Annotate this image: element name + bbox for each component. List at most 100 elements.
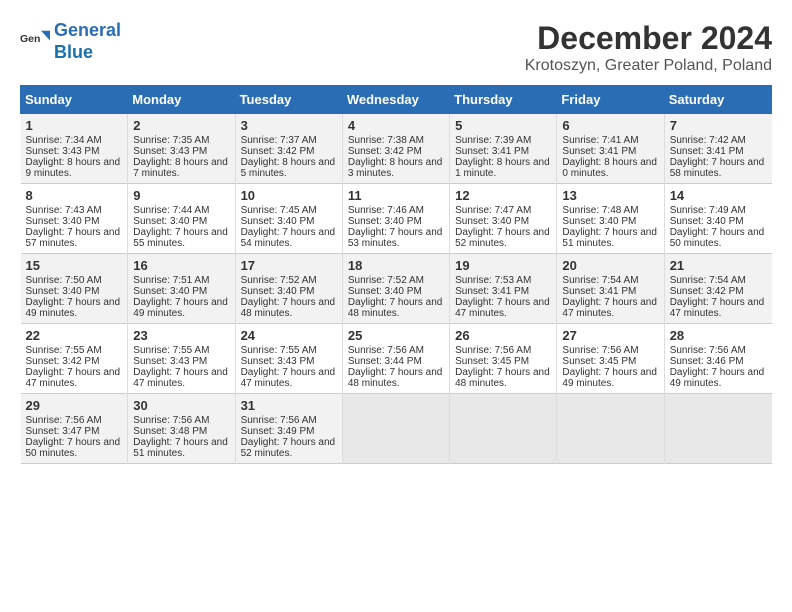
- sunrise-text: Sunrise: 7:34 AM: [26, 135, 123, 146]
- calendar-cell: 17Sunrise: 7:52 AMSunset: 3:40 PMDayligh…: [235, 254, 342, 324]
- calendar-cell: 20Sunrise: 7:54 AMSunset: 3:41 PMDayligh…: [557, 254, 664, 324]
- weekday-header: Wednesday: [342, 86, 449, 114]
- daylight-text: Daylight: 7 hours and 49 minutes.: [562, 367, 658, 389]
- day-number: 17: [241, 258, 337, 273]
- sunrise-text: Sunrise: 7:48 AM: [562, 205, 658, 216]
- sunset-text: Sunset: 3:40 PM: [241, 286, 337, 297]
- sunset-text: Sunset: 3:43 PM: [133, 146, 229, 157]
- svg-text:Gen: Gen: [20, 33, 40, 45]
- daylight-text: Daylight: 7 hours and 47 minutes.: [26, 367, 123, 389]
- day-number: 10: [241, 188, 337, 203]
- daylight-text: Daylight: 7 hours and 55 minutes.: [133, 227, 229, 249]
- calendar-week-row: 29Sunrise: 7:56 AMSunset: 3:47 PMDayligh…: [21, 394, 772, 464]
- sunset-text: Sunset: 3:41 PM: [455, 146, 551, 157]
- calendar-cell: 21Sunrise: 7:54 AMSunset: 3:42 PMDayligh…: [664, 254, 771, 324]
- logo-icon: Gen: [20, 27, 50, 57]
- day-number: 26: [455, 328, 551, 343]
- day-number: 13: [562, 188, 658, 203]
- sunrise-text: Sunrise: 7:52 AM: [241, 275, 337, 286]
- sunrise-text: Sunrise: 7:42 AM: [670, 135, 767, 146]
- sunrise-text: Sunrise: 7:41 AM: [562, 135, 658, 146]
- sunrise-text: Sunrise: 7:52 AM: [348, 275, 444, 286]
- daylight-text: Daylight: 7 hours and 48 minutes.: [455, 367, 551, 389]
- sunrise-text: Sunrise: 7:56 AM: [562, 345, 658, 356]
- daylight-text: Daylight: 7 hours and 47 minutes.: [133, 367, 229, 389]
- sunset-text: Sunset: 3:44 PM: [348, 356, 444, 367]
- calendar-cell: 23Sunrise: 7:55 AMSunset: 3:43 PMDayligh…: [128, 324, 235, 394]
- day-number: 1: [26, 118, 123, 133]
- sunset-text: Sunset: 3:43 PM: [26, 146, 123, 157]
- day-number: 29: [26, 398, 123, 413]
- month-title: December 2024: [525, 20, 772, 57]
- sunset-text: Sunset: 3:40 PM: [26, 286, 123, 297]
- sunrise-text: Sunrise: 7:39 AM: [455, 135, 551, 146]
- calendar-cell: 30Sunrise: 7:56 AMSunset: 3:48 PMDayligh…: [128, 394, 235, 464]
- sunrise-text: Sunrise: 7:43 AM: [26, 205, 123, 216]
- sunset-text: Sunset: 3:45 PM: [455, 356, 551, 367]
- sunset-text: Sunset: 3:40 PM: [455, 216, 551, 227]
- sunset-text: Sunset: 3:41 PM: [455, 286, 551, 297]
- day-number: 19: [455, 258, 551, 273]
- day-number: 5: [455, 118, 551, 133]
- calendar-cell: 3Sunrise: 7:37 AMSunset: 3:42 PMDaylight…: [235, 114, 342, 184]
- daylight-text: Daylight: 7 hours and 49 minutes.: [26, 297, 123, 319]
- sunset-text: Sunset: 3:40 PM: [348, 216, 444, 227]
- sunrise-text: Sunrise: 7:46 AM: [348, 205, 444, 216]
- sunset-text: Sunset: 3:40 PM: [133, 286, 229, 297]
- calendar-week-row: 15Sunrise: 7:50 AMSunset: 3:40 PMDayligh…: [21, 254, 772, 324]
- day-number: 15: [26, 258, 123, 273]
- day-number: 20: [562, 258, 658, 273]
- day-number: 14: [670, 188, 767, 203]
- daylight-text: Daylight: 7 hours and 52 minutes.: [241, 437, 337, 459]
- sunrise-text: Sunrise: 7:54 AM: [562, 275, 658, 286]
- day-number: 11: [348, 188, 444, 203]
- day-number: 22: [26, 328, 123, 343]
- calendar-cell: 13Sunrise: 7:48 AMSunset: 3:40 PMDayligh…: [557, 184, 664, 254]
- day-number: 21: [670, 258, 767, 273]
- sunset-text: Sunset: 3:40 PM: [670, 216, 767, 227]
- title-block: December 2024 Krotoszyn, Greater Poland,…: [525, 20, 772, 75]
- calendar-cell: 24Sunrise: 7:55 AMSunset: 3:43 PMDayligh…: [235, 324, 342, 394]
- sunrise-text: Sunrise: 7:45 AM: [241, 205, 337, 216]
- daylight-text: Daylight: 8 hours and 0 minutes.: [562, 157, 658, 179]
- sunset-text: Sunset: 3:41 PM: [562, 286, 658, 297]
- weekday-header: Friday: [557, 86, 664, 114]
- sunset-text: Sunset: 3:49 PM: [241, 426, 337, 437]
- calendar-cell: 16Sunrise: 7:51 AMSunset: 3:40 PMDayligh…: [128, 254, 235, 324]
- header-row: SundayMondayTuesdayWednesdayThursdayFrid…: [21, 86, 772, 114]
- daylight-text: Daylight: 7 hours and 47 minutes.: [670, 297, 767, 319]
- sunrise-text: Sunrise: 7:55 AM: [133, 345, 229, 356]
- day-number: 16: [133, 258, 229, 273]
- day-number: 27: [562, 328, 658, 343]
- sunrise-text: Sunrise: 7:37 AM: [241, 135, 337, 146]
- page-header: Gen General Blue December 2024 Krotoszyn…: [20, 20, 772, 75]
- day-number: 24: [241, 328, 337, 343]
- logo-text: General Blue: [54, 20, 121, 63]
- sunset-text: Sunset: 3:48 PM: [133, 426, 229, 437]
- daylight-text: Daylight: 7 hours and 58 minutes.: [670, 157, 767, 179]
- day-number: 8: [26, 188, 123, 203]
- sunset-text: Sunset: 3:45 PM: [562, 356, 658, 367]
- day-number: 9: [133, 188, 229, 203]
- day-number: 30: [133, 398, 229, 413]
- sunrise-text: Sunrise: 7:56 AM: [670, 345, 767, 356]
- calendar-cell: 31Sunrise: 7:56 AMSunset: 3:49 PMDayligh…: [235, 394, 342, 464]
- sunset-text: Sunset: 3:40 PM: [133, 216, 229, 227]
- daylight-text: Daylight: 7 hours and 48 minutes.: [348, 297, 444, 319]
- calendar-cell: 6Sunrise: 7:41 AMSunset: 3:41 PMDaylight…: [557, 114, 664, 184]
- sunrise-text: Sunrise: 7:49 AM: [670, 205, 767, 216]
- sunset-text: Sunset: 3:46 PM: [670, 356, 767, 367]
- calendar-cell: 22Sunrise: 7:55 AMSunset: 3:42 PMDayligh…: [21, 324, 128, 394]
- calendar-cell: [557, 394, 664, 464]
- sunrise-text: Sunrise: 7:53 AM: [455, 275, 551, 286]
- sunset-text: Sunset: 3:41 PM: [562, 146, 658, 157]
- calendar-table: SundayMondayTuesdayWednesdayThursdayFrid…: [20, 85, 772, 464]
- daylight-text: Daylight: 7 hours and 54 minutes.: [241, 227, 337, 249]
- sunset-text: Sunset: 3:42 PM: [348, 146, 444, 157]
- location-title: Krotoszyn, Greater Poland, Poland: [525, 57, 772, 75]
- sunrise-text: Sunrise: 7:38 AM: [348, 135, 444, 146]
- day-number: 2: [133, 118, 229, 133]
- daylight-text: Daylight: 7 hours and 53 minutes.: [348, 227, 444, 249]
- calendar-week-row: 22Sunrise: 7:55 AMSunset: 3:42 PMDayligh…: [21, 324, 772, 394]
- sunset-text: Sunset: 3:40 PM: [26, 216, 123, 227]
